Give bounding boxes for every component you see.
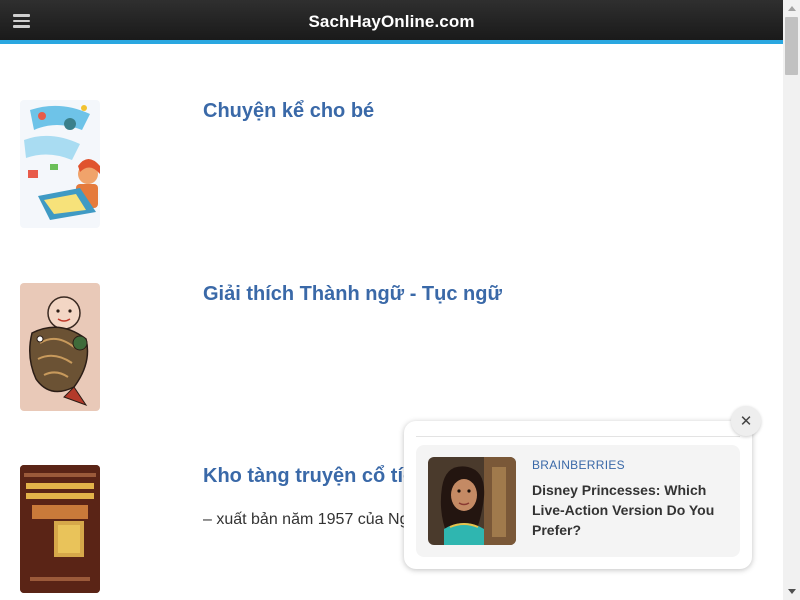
item-thumbnail[interactable]	[20, 283, 100, 411]
top-navigation-bar: SachHayOnline.com	[0, 0, 783, 44]
sponsored-ad-widget: BRAINBERRIES Disney Princesses: Which Li…	[404, 421, 752, 569]
close-icon[interactable]: ✕	[731, 406, 761, 436]
ad-image[interactable]	[428, 457, 516, 545]
scroll-thumb[interactable]	[785, 17, 798, 75]
ad-headline-link[interactable]: Disney Princesses: Which Live-Action Ver…	[532, 480, 732, 540]
item-thumbnail[interactable]	[20, 100, 100, 228]
list-item: Chuyện kể cho bé	[0, 100, 783, 240]
vertical-scrollbar[interactable]	[783, 0, 800, 600]
ad-source-label: BRAINBERRIES	[532, 458, 625, 472]
scroll-down-arrow-icon[interactable]	[783, 583, 800, 600]
item-thumbnail[interactable]	[20, 465, 100, 593]
list-item: Giải thích Thành ngữ - Tục ngữ	[0, 283, 783, 423]
item-title-link[interactable]: Chuyện kể cho bé	[203, 100, 374, 123]
scroll-up-arrow-icon[interactable]	[783, 0, 800, 17]
site-title[interactable]: SachHayOnline.com	[0, 12, 783, 32]
ad-card[interactable]: BRAINBERRIES Disney Princesses: Which Li…	[416, 445, 740, 557]
ad-divider	[416, 436, 740, 437]
item-title-link[interactable]: Giải thích Thành ngữ - Tục ngữ	[203, 283, 502, 306]
